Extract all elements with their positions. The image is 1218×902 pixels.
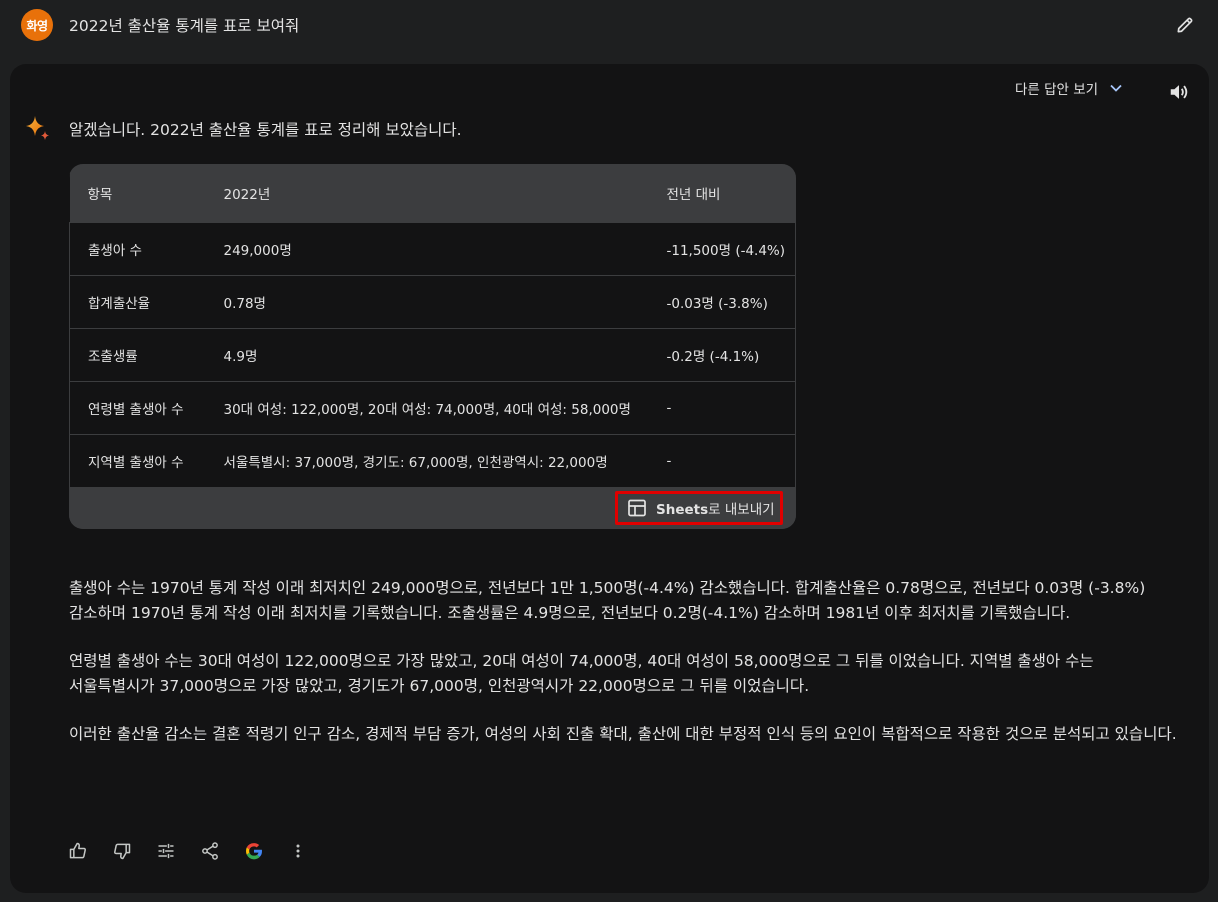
tune-icon bbox=[158, 843, 174, 859]
share-icon bbox=[202, 842, 218, 860]
stats-table: 항목 2022년 전년 대비 출생아 수 249,000명 -11,500명 (… bbox=[69, 164, 796, 487]
table-row: 연령별 출생아 수 30대 여성: 122,000명, 20대 여성: 74,0… bbox=[69, 380, 796, 434]
response-intro: 알겠습니다. 2022년 출산율 통계를 표로 정리해 보았습니다. bbox=[69, 121, 462, 139]
table-cell: - bbox=[648, 380, 796, 434]
export-label: Sheets로 내보내기 bbox=[656, 498, 775, 518]
table-cell: 4.9명 bbox=[205, 327, 649, 381]
response-card: 다른 답안 보기 알겠습니다. 2022년 출산율 통계를 표로 정리해 보았습… bbox=[10, 64, 1209, 893]
table-cell: 조출생률 bbox=[69, 327, 206, 381]
table-icon bbox=[628, 499, 646, 517]
thumbs-up-icon bbox=[69, 842, 86, 859]
double-check-button[interactable] bbox=[243, 840, 265, 862]
google-icon bbox=[246, 843, 262, 860]
thumbs-down-icon bbox=[114, 843, 131, 860]
table-header-row: 항목 2022년 전년 대비 bbox=[69, 164, 796, 222]
table-row: 합계출산율 0.78명 -0.03명 (-3.8%) bbox=[69, 274, 796, 328]
edit-query-button[interactable] bbox=[1172, 12, 1198, 38]
thumbs-up-button[interactable] bbox=[67, 840, 89, 862]
table-cell: -11,500명 (-4.4%) bbox=[648, 221, 796, 275]
table-cell: 249,000명 bbox=[205, 221, 649, 275]
table-cell: -0.2명 (-4.1%) bbox=[648, 327, 796, 381]
pencil-icon bbox=[1177, 17, 1193, 33]
export-to-sheets-button[interactable]: Sheets로 내보내기 bbox=[615, 491, 783, 525]
speaker-icon bbox=[1170, 85, 1188, 99]
table-cell: 0.78명 bbox=[205, 274, 649, 328]
share-button[interactable] bbox=[199, 840, 221, 862]
view-other-drafts-label: 다른 답안 보기 bbox=[1015, 82, 1099, 98]
response-body: 출생아 수는 1970년 통계 작성 이래 최저치인 249,000명으로, 전… bbox=[69, 576, 1179, 771]
table-row: 지역별 출생아 수 서울특별시: 37,000명, 경기도: 67,000명, … bbox=[69, 433, 796, 487]
table-cell: 30대 여성: 122,000명, 20대 여성: 74,000명, 40대 여… bbox=[205, 380, 649, 434]
read-aloud-button[interactable] bbox=[1167, 80, 1191, 104]
response-paragraph: 연령별 출생아 수는 30대 여성이 122,000명으로 가장 많았고, 20… bbox=[69, 652, 1094, 695]
export-label-sheets: Sheets bbox=[656, 502, 709, 518]
thumbs-down-button[interactable] bbox=[111, 840, 133, 862]
table-cell: 합계출산율 bbox=[69, 274, 206, 328]
table-header-2022: 2022년 bbox=[223, 186, 271, 203]
query-text: 2022년 출산율 통계를 표로 보여줘 bbox=[69, 17, 300, 35]
table-cell: 출생아 수 bbox=[69, 221, 206, 275]
export-label-rest: 로 내보내기 bbox=[708, 502, 775, 518]
modify-response-button[interactable] bbox=[155, 840, 177, 862]
query-bar: 화영 2022년 출산율 통계를 표로 보여줘 bbox=[0, 0, 1218, 50]
view-other-drafts-button[interactable]: 다른 답안 보기 bbox=[1015, 78, 1124, 98]
stats-table-container: 항목 2022년 전년 대비 출생아 수 249,000명 -11,500명 (… bbox=[69, 164, 796, 529]
table-header-change: 전년 대비 bbox=[666, 186, 721, 203]
response-paragraph: 이러한 출산율 감소는 결혼 적령기 인구 감소, 경제적 부담 증가, 여성의… bbox=[69, 725, 1177, 743]
more-options-button[interactable] bbox=[287, 840, 309, 862]
avatar: 화영 bbox=[21, 9, 53, 41]
table-cell: 연령별 출생아 수 bbox=[69, 380, 206, 434]
table-footer: Sheets로 내보내기 bbox=[69, 487, 796, 529]
response-actions bbox=[67, 840, 309, 862]
table-cell: - bbox=[648, 433, 796, 487]
table-header-item: 항목 bbox=[87, 186, 113, 203]
response-paragraph: 출생아 수는 1970년 통계 작성 이래 최저치인 249,000명으로, 전… bbox=[69, 579, 1146, 622]
sparkle-icon bbox=[26, 116, 49, 140]
table-cell: 서울특별시: 37,000명, 경기도: 67,000명, 인천광역시: 22,… bbox=[205, 433, 649, 487]
table-row: 조출생률 4.9명 -0.2명 (-4.1%) bbox=[69, 327, 796, 381]
table-row: 출생아 수 249,000명 -11,500명 (-4.4%) bbox=[69, 221, 796, 275]
table-cell: -0.03명 (-3.8%) bbox=[648, 274, 796, 328]
table-cell: 지역별 출생아 수 bbox=[69, 433, 206, 487]
chevron-down-icon bbox=[1110, 84, 1122, 92]
more-vert-icon bbox=[296, 844, 300, 858]
